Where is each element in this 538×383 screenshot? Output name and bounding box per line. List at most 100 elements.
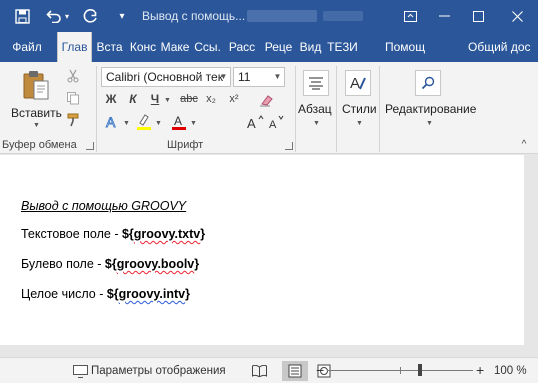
group-divider (336, 66, 337, 152)
line-label: Текстовое поле - (21, 227, 122, 241)
document-area: Вывод с помощью GROOVY Текстовое поле - … (0, 155, 538, 356)
styles-icon[interactable]: A (345, 70, 371, 96)
zoom-slider-thumb[interactable] (418, 364, 422, 376)
tab-tell-me[interactable]: Помощ (385, 32, 437, 62)
document-line-bool: Булево поле - ${groovy.boolv} (21, 257, 199, 271)
title-blur-redaction (247, 10, 317, 22)
font-name-value: Calibri (Основной тек (106, 70, 223, 84)
strikethrough-button[interactable]: abc (178, 91, 200, 107)
font-size-combo[interactable]: 11 ▼ (233, 67, 285, 87)
ribbon-tabs: Файл Глав Вста Конс Маке Ссы. Расс Реце … (0, 32, 538, 87)
paste-label[interactable]: Вставить (11, 106, 62, 120)
tab-home[interactable]: Глав (57, 32, 92, 62)
svg-text:A: A (247, 116, 256, 130)
underline-dropdown-icon[interactable]: ▼ (164, 97, 171, 104)
minimize-icon[interactable] (427, 0, 461, 32)
maximize-icon[interactable] (461, 0, 495, 32)
document-line-int: Целое число - ${groovy.intv} (21, 287, 190, 301)
bold-button[interactable]: Ж (103, 91, 119, 107)
underline-button[interactable]: Ч (147, 91, 163, 107)
find-icon[interactable] (415, 70, 441, 96)
close-icon[interactable] (500, 0, 534, 32)
tab-view[interactable]: Вид (298, 32, 323, 62)
editing-label[interactable]: Редактирование (385, 102, 476, 116)
svg-text:A: A (269, 119, 277, 130)
grow-font-icon[interactable]: A (247, 113, 265, 131)
zoom-out-button[interactable]: − (316, 358, 324, 383)
group-divider (379, 66, 380, 152)
display-settings-icon[interactable] (72, 363, 88, 379)
tab-file[interactable]: Файл (8, 32, 46, 62)
svg-text:A: A (350, 75, 360, 92)
read-mode-icon[interactable] (246, 361, 272, 381)
font-size-value: 11 (238, 70, 251, 84)
group-divider (96, 66, 97, 152)
font-color-icon[interactable]: A (170, 113, 188, 131)
zoom-slider-center-tick (400, 367, 401, 374)
line-label: Булево поле - (21, 257, 105, 271)
italic-button[interactable]: К (125, 91, 141, 107)
font-color-dropdown-icon[interactable]: ▼ (190, 120, 197, 127)
tab-tezi[interactable]: TE3И (327, 32, 358, 62)
paragraph-label[interactable]: Абзац (298, 102, 332, 116)
redo-icon[interactable] (80, 6, 100, 26)
paragraph-icon[interactable] (303, 70, 329, 96)
clipboard-launcher-icon[interactable] (86, 142, 94, 150)
styles-dropdown-icon[interactable]: ▼ (356, 120, 363, 127)
document-page[interactable]: Вывод с помощью GROOVY Текстовое поле - … (0, 155, 524, 345)
print-layout-icon[interactable] (282, 361, 308, 381)
text-effects-dropdown-icon[interactable]: ▼ (123, 120, 130, 127)
window-title: Вывод с помощь... (142, 9, 246, 23)
copy-icon[interactable] (64, 90, 82, 106)
status-bar: Параметры отображения − + 100 % (0, 357, 538, 383)
paragraph-dropdown-icon[interactable]: ▼ (313, 120, 320, 127)
title-blur-redaction-2 (323, 11, 363, 21)
cut-icon[interactable] (64, 68, 82, 84)
font-name-dropdown-icon[interactable]: ▼ (217, 68, 230, 86)
field-name-squiggle: groovy.txtv (133, 227, 201, 241)
line-label: Целое число - (21, 287, 107, 301)
undo-dropdown-icon[interactable]: ▾ (62, 6, 72, 26)
tab-mailings[interactable]: Расс (226, 32, 258, 62)
ribbon-display-options-icon[interactable] (393, 0, 427, 32)
clear-formatting-icon[interactable] (257, 91, 275, 109)
template-field: ${groovy.intv} (106, 287, 190, 301)
styles-label[interactable]: Стили (342, 102, 377, 116)
display-settings-button[interactable]: Параметры отображения (91, 358, 226, 383)
highlight-color-icon[interactable] (135, 113, 153, 131)
field-name-squiggle: groovy.boolv (116, 257, 195, 271)
font-name-combo[interactable]: Calibri (Основной тек ▼ (101, 67, 231, 87)
undo-icon[interactable] (44, 6, 64, 26)
zoom-in-button[interactable]: + (476, 358, 484, 383)
tab-layout[interactable]: Маке (160, 32, 190, 62)
clipboard-paste-icon[interactable] (20, 68, 52, 102)
clipboard-group-label: Буфер обмена (2, 139, 77, 151)
svg-text:A: A (174, 114, 182, 128)
template-field: ${groovy.txtv} (121, 227, 206, 241)
text-effects-icon[interactable]: A (103, 113, 121, 131)
title-bar: ▾ ▾ Вывод с помощь... (0, 0, 538, 32)
font-size-dropdown-icon[interactable]: ▼ (271, 68, 284, 86)
document-title: Вывод с помощью GROOVY (21, 199, 187, 213)
tab-design[interactable]: Конс (127, 32, 159, 62)
group-divider (295, 66, 296, 152)
paste-dropdown-icon[interactable]: ▼ (33, 122, 40, 129)
save-icon[interactable] (12, 6, 32, 26)
shrink-font-icon[interactable]: A (268, 113, 286, 131)
zoom-level[interactable]: 100 % (494, 358, 527, 383)
font-launcher-icon[interactable] (285, 142, 293, 150)
tab-insert[interactable]: Вста (93, 32, 126, 62)
highlight-dropdown-icon[interactable]: ▼ (155, 120, 162, 127)
format-painter-icon[interactable] (64, 112, 82, 128)
svg-text:A: A (106, 114, 116, 130)
tab-references[interactable]: Ссы. (192, 32, 223, 62)
customize-qat-icon[interactable]: ▾ (112, 6, 132, 26)
font-group-label: Шрифт (167, 139, 204, 151)
tab-share[interactable]: Общий дос (468, 32, 538, 62)
editing-dropdown-icon[interactable]: ▼ (426, 120, 433, 127)
tab-review[interactable]: Реце (261, 32, 296, 62)
subscript-button[interactable]: x₂ (203, 91, 219, 107)
field-name-squiggle: groovy.intv (118, 287, 186, 301)
collapse-ribbon-icon[interactable]: ^ (517, 138, 531, 150)
superscript-button[interactable]: x² (226, 91, 242, 107)
